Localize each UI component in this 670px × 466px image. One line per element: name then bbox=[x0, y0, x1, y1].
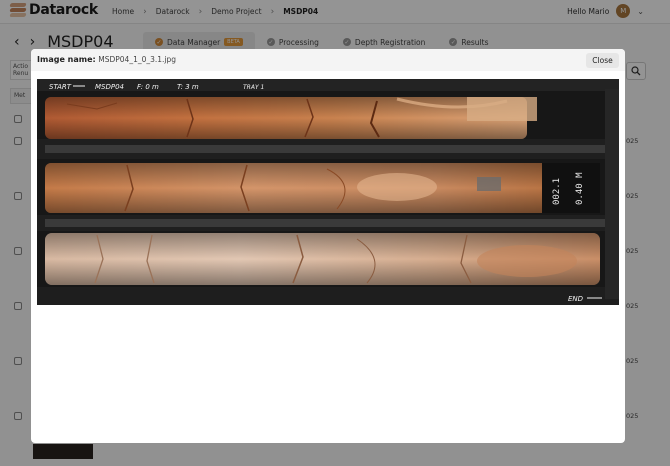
tray-label-depth: 0.40 M bbox=[575, 172, 585, 205]
image-name: Image name: MSDP04_1_0_3.1.jpg bbox=[37, 55, 176, 64]
image-name-label: Image name: bbox=[37, 55, 96, 64]
image-preview-modal: Image name: MSDP04_1_0_3.1.jpg Close 002… bbox=[31, 49, 625, 443]
tray-start-label: START bbox=[49, 83, 72, 91]
tray-hole-id: MSDP04 bbox=[95, 83, 124, 91]
image-name-value: MSDP04_1_0_3.1.jpg bbox=[98, 55, 177, 64]
core-tray-photo: 002.1 0.40 M START MSDP04 F: 0 m T: 3 m … bbox=[37, 79, 619, 305]
tray-to-depth: T: 3 m bbox=[177, 83, 199, 91]
tray-label-box: 002.1 bbox=[552, 178, 562, 205]
close-button[interactable]: Close bbox=[586, 53, 619, 68]
tray-from-depth: F: 0 m bbox=[137, 83, 159, 91]
modal-header: Image name: MSDP04_1_0_3.1.jpg Close bbox=[31, 49, 625, 71]
tray-number: TRAY 1 bbox=[243, 84, 264, 91]
tray-end-label: END bbox=[568, 295, 584, 303]
